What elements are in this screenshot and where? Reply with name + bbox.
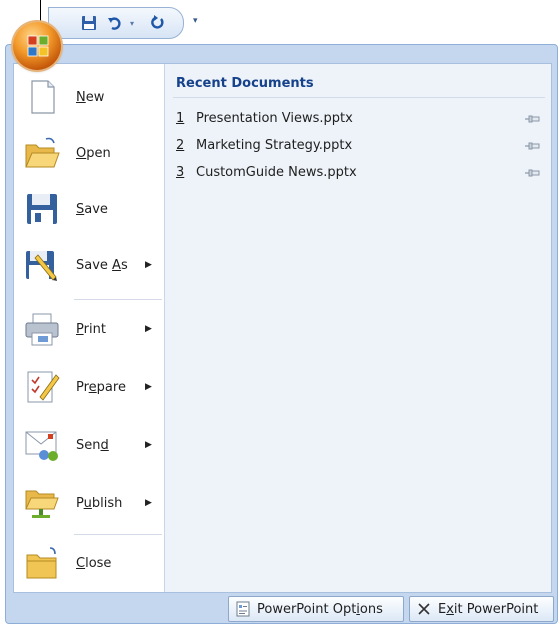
publish-icon xyxy=(25,490,59,518)
recent-document-name: CustomGuide News.pptx xyxy=(196,165,357,180)
recent-document-name: Marketing Strategy.pptx xyxy=(196,138,353,153)
send-command[interactable]: Send ▶ xyxy=(14,420,164,470)
customize-qat-button[interactable]: ▾ xyxy=(193,16,198,26)
close-label: Close xyxy=(76,555,112,571)
pin-icon[interactable] xyxy=(524,138,540,154)
recent-document-number: 3 xyxy=(176,165,185,180)
close-icon xyxy=(418,603,430,615)
recent-document-number: 2 xyxy=(176,138,185,153)
recent-documents-divider xyxy=(173,97,545,98)
recent-document-name: Presentation Views.pptx xyxy=(196,111,353,126)
print-label: Print xyxy=(76,321,106,337)
publish-submenu-arrow-icon: ▶ xyxy=(145,498,152,508)
options-icon xyxy=(236,601,250,617)
open-folder-icon xyxy=(25,137,60,168)
pin-icon[interactable] xyxy=(524,111,540,127)
recent-document-item[interactable]: 3 CustomGuide News.pptx xyxy=(176,165,546,187)
send-submenu-arrow-icon: ▶ xyxy=(145,440,152,450)
exit-powerpoint-label: Exit PowerPoint xyxy=(438,601,539,617)
undo-button[interactable] xyxy=(105,13,125,33)
close-command[interactable]: Close xyxy=(14,538,164,588)
save-as-label: Save As xyxy=(76,257,128,273)
save-button[interactable] xyxy=(79,13,99,33)
prepare-label: Prepare xyxy=(76,379,126,395)
save-as-icon xyxy=(26,251,57,281)
office-logo-icon xyxy=(27,35,49,57)
print-submenu-arrow-icon: ▶ xyxy=(145,324,152,334)
office-menu-body: New Open Save Save As ▶ Print ▶ Prepare … xyxy=(13,63,552,593)
printer-icon xyxy=(25,313,59,346)
redo-icon xyxy=(151,15,164,29)
save-command[interactable]: Save xyxy=(14,184,164,234)
save-icon xyxy=(27,194,57,224)
open-command[interactable]: Open xyxy=(14,128,164,178)
recent-document-item[interactable]: 1 Presentation Views.pptx xyxy=(176,111,546,133)
office-button[interactable] xyxy=(13,22,61,70)
command-list: New Open Save Save As ▶ Print ▶ Prepare … xyxy=(14,64,165,592)
command-separator xyxy=(74,299,162,300)
new-label: New xyxy=(76,89,105,105)
prepare-command[interactable]: Prepare ▶ xyxy=(14,362,164,412)
print-command[interactable]: Print ▶ xyxy=(14,304,164,354)
close-folder-icon xyxy=(26,547,57,579)
powerpoint-options-button[interactable]: PowerPoint Options xyxy=(228,596,404,622)
save-icon xyxy=(82,16,96,30)
new-command[interactable]: New xyxy=(14,72,164,122)
recent-document-number: 1 xyxy=(176,111,185,126)
office-menu: New Open Save Save As ▶ Print ▶ Prepare … xyxy=(5,44,558,624)
command-separator xyxy=(74,534,162,535)
exit-powerpoint-button[interactable]: Exit PowerPoint xyxy=(409,596,554,622)
pin-icon[interactable] xyxy=(524,165,540,181)
publish-command[interactable]: Publish ▶ xyxy=(14,478,164,528)
save-label: Save xyxy=(76,201,108,217)
callout-pointer-line xyxy=(40,0,41,22)
recent-documents-title: Recent Documents xyxy=(176,76,314,91)
send-icon xyxy=(25,431,58,461)
new-document-icon xyxy=(31,80,55,114)
undo-dropdown-button[interactable]: ▾ xyxy=(127,13,137,33)
prepare-submenu-arrow-icon: ▶ xyxy=(145,382,152,392)
redo-button[interactable] xyxy=(147,13,167,33)
powerpoint-options-label: PowerPoint Options xyxy=(257,601,383,617)
send-label: Send xyxy=(76,437,109,453)
recent-documents-panel: Recent Documents 1 Presentation Views.pp… xyxy=(165,64,551,592)
publish-label: Publish xyxy=(76,495,123,511)
undo-icon xyxy=(108,17,121,30)
save-as-submenu-arrow-icon: ▶ xyxy=(145,260,152,270)
quick-access-toolbar: ▾ xyxy=(48,7,184,39)
open-label: Open xyxy=(76,145,111,161)
prepare-icon xyxy=(27,371,60,403)
menu-footer: PowerPoint Options Exit PowerPoint xyxy=(6,593,557,623)
recent-document-item[interactable]: 2 Marketing Strategy.pptx xyxy=(176,138,546,160)
save-as-command[interactable]: Save As ▶ xyxy=(14,240,164,290)
